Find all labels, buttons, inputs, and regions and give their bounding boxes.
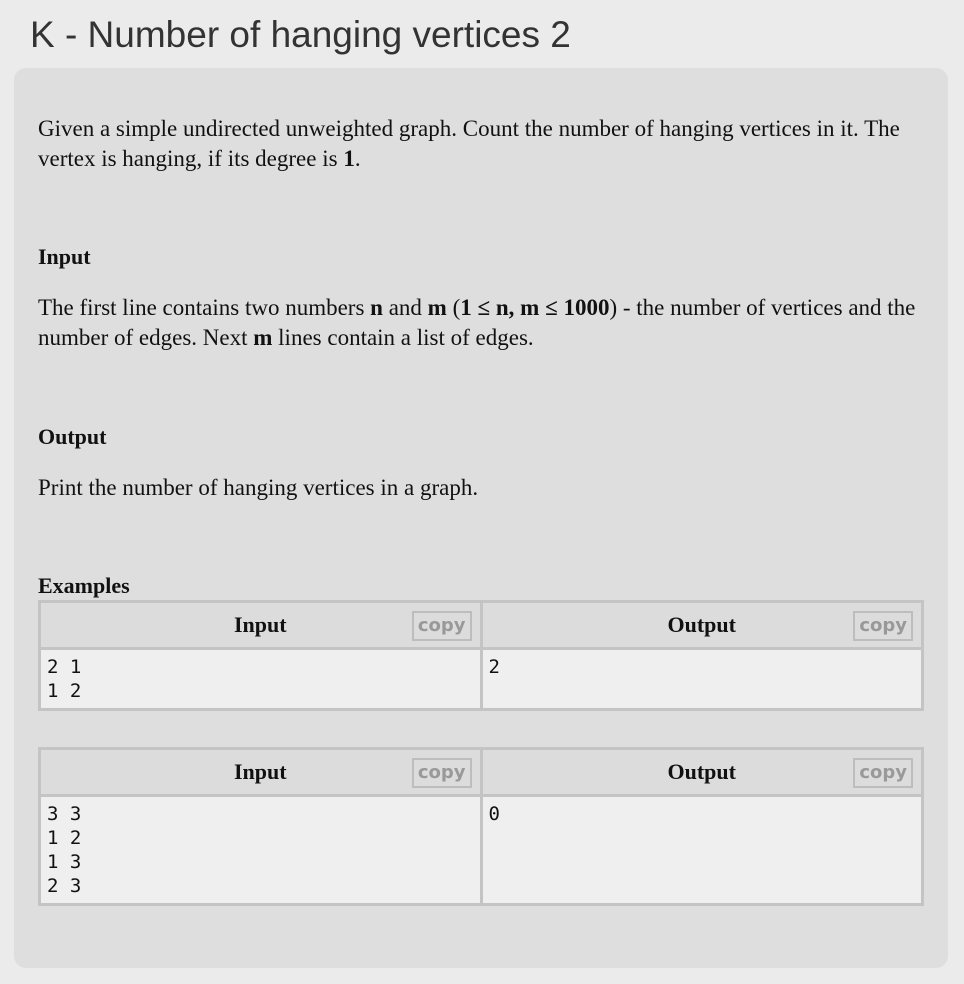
example-output: 0 <box>479 794 924 906</box>
bold-text: 1 <box>343 146 355 171</box>
output-header: Output copy <box>479 747 924 797</box>
examples-heading: Examples <box>38 573 130 598</box>
example-input: 3 3 1 2 1 3 2 3 <box>38 794 483 906</box>
copy-input-button[interactable]: copy <box>411 611 472 641</box>
input-header: Input copy <box>38 747 483 797</box>
copy-output-button[interactable]: copy <box>853 611 913 641</box>
page-title: K - Number of hanging vertices 2 <box>30 14 571 55</box>
input-paragraph: The first line contains two numbers n an… <box>38 293 918 353</box>
output-label: Output <box>667 759 736 784</box>
input-heading: Input <box>38 244 91 269</box>
example-output: 2 <box>479 647 924 711</box>
output-heading: Output <box>38 424 107 449</box>
input-header: Input copy <box>38 600 483 650</box>
output-label: Output <box>667 612 736 637</box>
text: and <box>382 295 428 320</box>
text: ( <box>446 295 461 320</box>
example-table: Input copy Output copy 3 3 1 2 1 3 2 3 0 <box>38 747 924 906</box>
bold-text: m <box>427 295 447 320</box>
copy-input-button[interactable]: copy <box>411 758 472 788</box>
bold-text: m <box>253 325 273 350</box>
bold-text: n <box>370 295 383 320</box>
example-table: Input copy Output copy 2 1 1 2 2 <box>38 600 924 711</box>
text: The first line contains two numbers <box>38 295 371 320</box>
text: Given a simple undirected unweighted gra… <box>38 116 900 171</box>
output-paragraph: Print the number of hanging vertices in … <box>38 475 479 500</box>
bold-text: 1 ≤ n, m ≤ 1000 <box>460 295 610 320</box>
output-header: Output copy <box>479 600 924 650</box>
input-label: Input <box>233 612 287 637</box>
text: lines contain a list of edges. <box>272 325 534 350</box>
copy-output-button[interactable]: copy <box>853 758 913 788</box>
text: . <box>354 146 361 171</box>
example-input: 2 1 1 2 <box>38 647 483 711</box>
legend-paragraph: Given a simple undirected unweighted gra… <box>38 114 918 174</box>
input-label: Input <box>233 759 287 784</box>
problem-statement: Given a simple undirected unweighted gra… <box>14 68 948 968</box>
